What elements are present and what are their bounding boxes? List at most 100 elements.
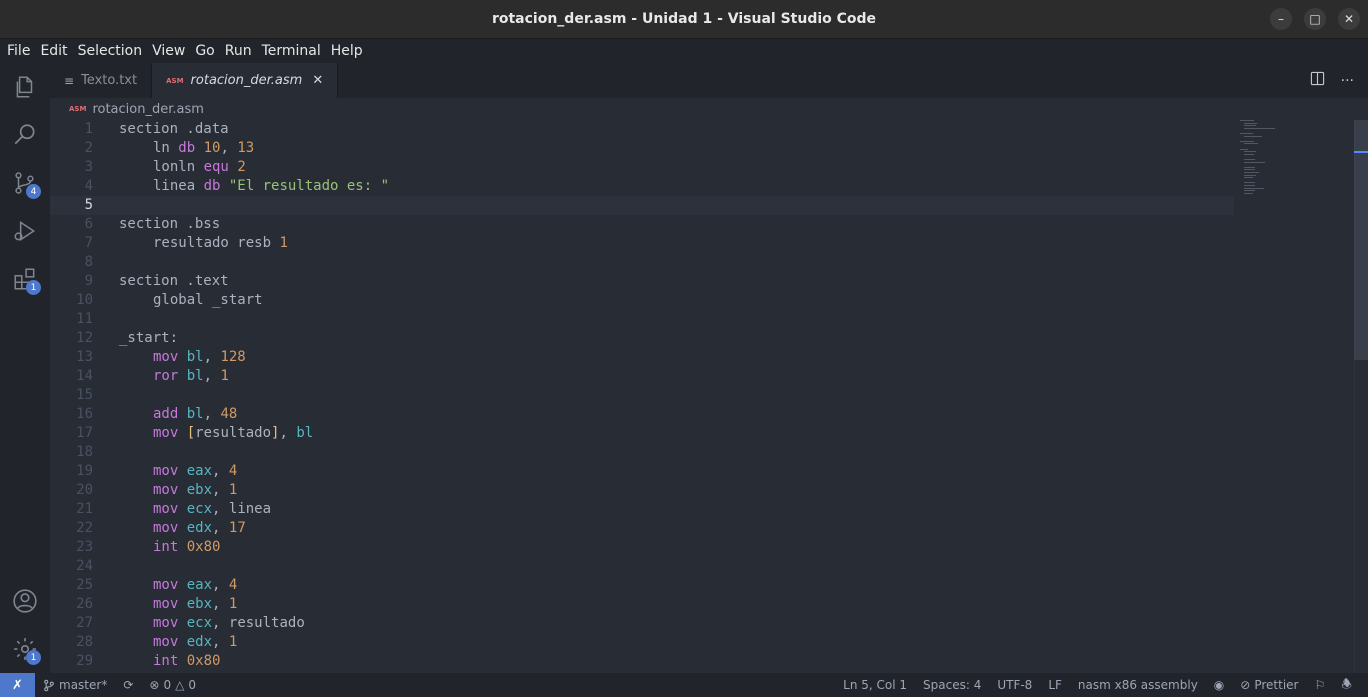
code-line[interactable]: 23 int 0x80	[50, 538, 1234, 557]
scrollbar-thumb[interactable]	[1354, 120, 1368, 360]
menu-terminal[interactable]: Terminal	[257, 43, 326, 59]
code-token: section .bss	[119, 216, 221, 232]
settings-badge: 1	[26, 650, 41, 665]
extensions-icon[interactable]: 1	[0, 255, 50, 303]
line-number: 27	[76, 615, 93, 631]
code-line[interactable]: 28 mov edx, 1	[50, 633, 1234, 652]
code-line[interactable]: 22 mov edx, 17	[50, 519, 1234, 538]
remote-icon[interactable]: ✗	[0, 673, 35, 697]
problems-indicator[interactable]: ⊗ 0 △ 0	[141, 678, 204, 692]
code-editor[interactable]: 1 section .data 2 ln db 10, 13 3 lonln equ 24…	[50, 120, 1368, 673]
minimap-line	[1240, 140, 1255, 142]
minimap-line	[1240, 133, 1254, 134]
line-code: _start:	[119, 329, 178, 348]
code-line[interactable]: 19 mov eax, 4	[50, 462, 1234, 481]
code-line[interactable]: 9 section .text	[50, 272, 1234, 291]
code-token: ,	[212, 520, 229, 536]
branch-name: master*	[59, 678, 108, 692]
split-editor-icon[interactable]	[1310, 71, 1325, 90]
code-line[interactable]: 4 linea db "El resultado es: "	[50, 177, 1234, 196]
code-line[interactable]: 14 ror bl, 1	[50, 367, 1234, 386]
code-token: ,	[212, 634, 229, 650]
code-line[interactable]: 27 mov ecx, resultado	[50, 614, 1234, 633]
code-line[interactable]: 3 lonln equ 2	[50, 158, 1234, 177]
code-line[interactable]: 25 mov eax, 4	[50, 576, 1234, 595]
search-icon[interactable]	[0, 111, 50, 159]
settings-gear-icon[interactable]: 1	[0, 625, 50, 673]
breadcrumb-file[interactable]: rotacion_der.asm	[92, 102, 203, 117]
close-window-icon[interactable]: ✕	[1338, 8, 1360, 30]
code-token: 17	[228, 520, 246, 536]
code-line[interactable]: 29 int 0x80	[50, 652, 1234, 671]
menu-run[interactable]: Run	[220, 43, 257, 59]
code-line[interactable]: 17 mov [resultado], bl	[50, 424, 1234, 443]
code-token: ln	[153, 140, 179, 156]
menu-view[interactable]: View	[147, 43, 190, 59]
line-code: resultado resb 1	[119, 234, 288, 253]
code-line[interactable]: 10 global _start	[50, 291, 1234, 310]
prettier-icon: ⊘	[1240, 678, 1251, 692]
code-token: mov	[153, 596, 179, 612]
language-mode[interactable]: nasm x86 assembly	[1070, 678, 1206, 692]
branch-indicator[interactable]: master*	[35, 678, 115, 692]
line-code: section .bss	[119, 215, 220, 234]
asm-file-icon: ASM	[166, 76, 184, 85]
feedback-icon[interactable]: ⚐	[1306, 678, 1333, 692]
encoding[interactable]: UTF-8	[989, 678, 1040, 692]
minimap-line	[1244, 192, 1253, 194]
code-token: 1	[228, 596, 238, 612]
copilot-icon[interactable]: ◉	[1206, 678, 1232, 692]
sync-icon[interactable]: ⟳	[115, 678, 141, 692]
indentation[interactable]: Spaces: 4	[915, 678, 989, 692]
code-line[interactable]: 8	[50, 253, 1234, 272]
account-icon[interactable]	[0, 577, 50, 625]
line-number: 5	[84, 197, 93, 213]
cursor-position[interactable]: Ln 5, Col 1	[835, 678, 915, 692]
code-line[interactable]: 26 mov ebx, 1	[50, 595, 1234, 614]
line-number: 13	[76, 349, 93, 365]
end-of-line[interactable]: LF	[1040, 678, 1070, 692]
menu-selection[interactable]: Selection	[73, 43, 148, 59]
tab-rotacion-der-asm[interactable]: ASM rotacion_der.asm ✕	[152, 63, 339, 98]
maximize-icon[interactable]: □	[1304, 8, 1326, 30]
close-tab-icon[interactable]: ✕	[312, 73, 323, 88]
code-line[interactable]: 6 section .bss	[50, 215, 1234, 234]
menu-file[interactable]: File	[2, 43, 35, 59]
minimize-icon[interactable]: –	[1270, 8, 1292, 30]
line-number: 21	[76, 501, 93, 517]
code-token: ror	[153, 368, 179, 384]
minimap[interactable]	[1240, 120, 1298, 200]
prettier-indicator[interactable]: ⊘ Prettier	[1232, 678, 1306, 692]
code-line[interactable]: 1 section .data	[50, 120, 1234, 139]
run-debug-icon[interactable]	[0, 207, 50, 255]
source-control-icon[interactable]: 4	[0, 159, 50, 207]
notifications-bell-icon[interactable]: 🕭	[1333, 675, 1360, 696]
more-actions-icon[interactable]: ···	[1341, 73, 1354, 89]
line-number: 7	[84, 235, 93, 251]
code-line[interactable]: 16 add bl, 48	[50, 405, 1234, 424]
code-line[interactable]: 13 mov bl, 128	[50, 348, 1234, 367]
menu-edit[interactable]: Edit	[35, 43, 72, 59]
menu-help[interactable]: Help	[326, 43, 368, 59]
code-token: 1	[228, 482, 238, 498]
code-line[interactable]: 18	[50, 443, 1234, 462]
vertical-scrollbar[interactable]	[1354, 120, 1368, 673]
code-line[interactable]: 20 mov ebx, 1	[50, 481, 1234, 500]
code-line[interactable]: 21 mov ecx, linea	[50, 500, 1234, 519]
code-line[interactable]: 15	[50, 386, 1234, 405]
minimap-line	[1244, 182, 1255, 184]
code-line[interactable]: 11	[50, 310, 1234, 329]
code-line[interactable]: 24	[50, 557, 1234, 576]
code-line[interactable]: 5	[50, 196, 1234, 215]
explorer-icon[interactable]	[0, 63, 50, 111]
tab-texto-txt[interactable]: ≡ Texto.txt	[50, 63, 153, 98]
code-token: eax	[186, 577, 213, 593]
code-line[interactable]: 7 resultado resb 1	[50, 234, 1234, 253]
menu-go[interactable]: Go	[190, 43, 219, 59]
code-token: ,	[203, 349, 221, 365]
line-code: ror bl, 1	[119, 367, 229, 386]
code-token: ,	[203, 368, 221, 384]
code-line[interactable]: 2 ln db 10, 13	[50, 139, 1234, 158]
code-line[interactable]: 12 _start:	[50, 329, 1234, 348]
